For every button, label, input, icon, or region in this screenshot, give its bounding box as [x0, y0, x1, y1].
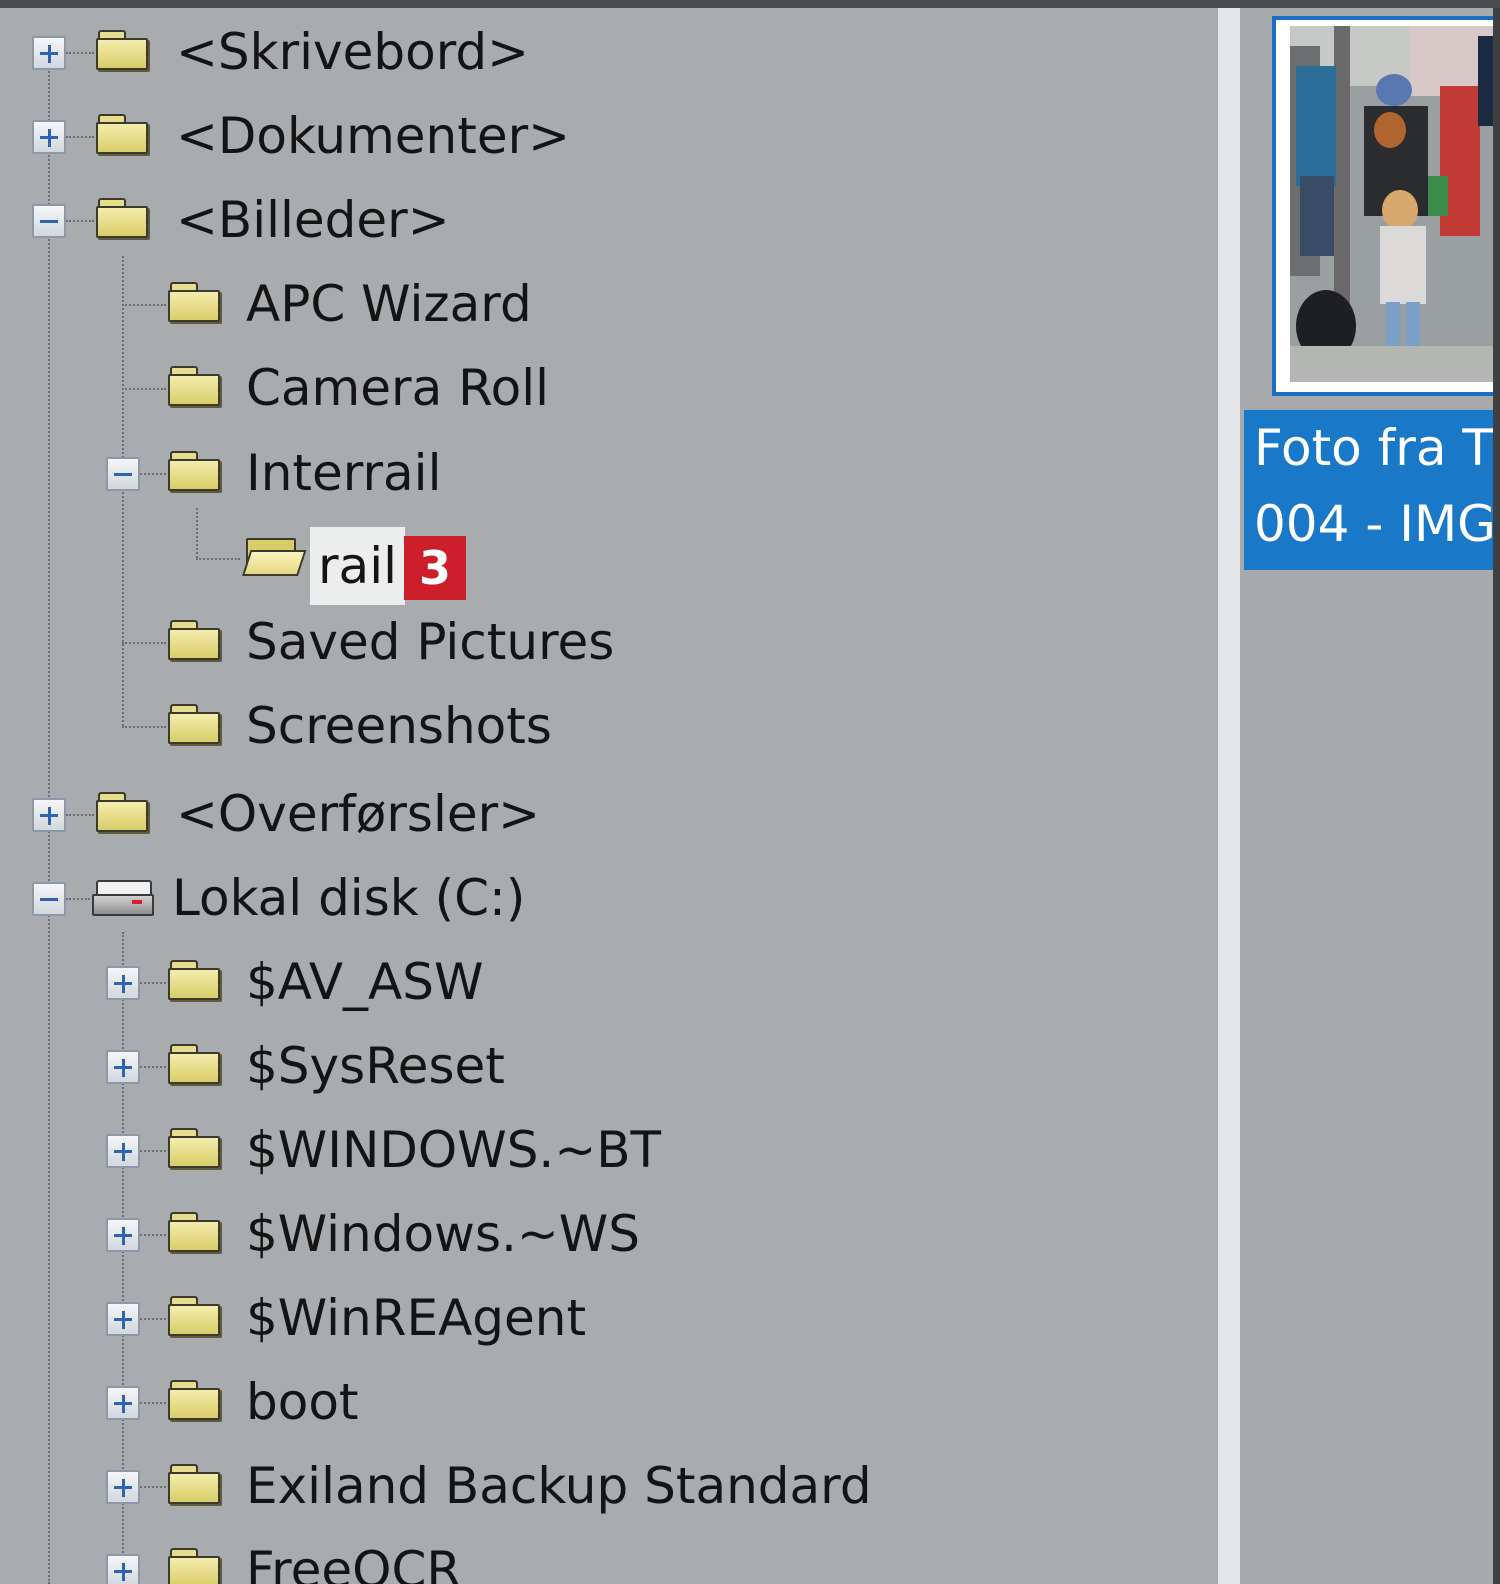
expand-windows-bt-button[interactable] — [106, 1134, 140, 1168]
tree-item-freeocr[interactable]: FreeOCR — [246, 1540, 461, 1584]
tree-branch — [140, 1402, 166, 1404]
tree-branch — [66, 898, 90, 900]
folder-icon — [96, 30, 152, 72]
tree-item-winreagent[interactable]: $WinREAgent — [246, 1288, 586, 1348]
tree-item-windows-bt[interactable]: $WINDOWS.~BT — [246, 1120, 661, 1180]
thumbnail-caption[interactable]: Foto fra T 004 - IMG — [1244, 410, 1500, 570]
folder-icon — [168, 1044, 224, 1086]
tree-branch — [66, 814, 94, 816]
tree-item-dokumenter[interactable]: <Dokumenter> — [176, 106, 570, 166]
folder-icon — [168, 1296, 224, 1338]
folder-icon — [96, 792, 152, 834]
tree-branch — [140, 982, 166, 984]
tree-branch — [66, 220, 94, 222]
tree-item-rail[interactable]: rail — [310, 527, 405, 605]
folder-icon — [168, 1128, 224, 1170]
pane-splitter[interactable] — [1218, 8, 1240, 1584]
tree-item-camera-roll[interactable]: Camera Roll — [246, 358, 549, 418]
folder-icon — [168, 1212, 224, 1254]
expand-exiland-backup-button[interactable] — [106, 1470, 140, 1504]
expand-sysreset-button[interactable] — [106, 1050, 140, 1084]
window-right-border — [1493, 8, 1500, 1584]
tree-item-sysreset[interactable]: $SysReset — [246, 1036, 505, 1096]
tree-item-saved-pictures[interactable]: Saved Pictures — [246, 612, 614, 672]
caption-line-2: 004 - IMG — [1254, 495, 1496, 553]
expand-dokumenter-button[interactable] — [32, 120, 66, 154]
caption-line-1: Foto fra T — [1254, 419, 1493, 477]
tree-item-windows-ws[interactable]: $Windows.~WS — [246, 1204, 640, 1264]
collapse-billeder-button[interactable] — [32, 204, 66, 238]
tree-item-interrail[interactable]: Interrail — [246, 443, 441, 503]
folder-icon — [168, 1380, 224, 1422]
hard-drive-icon — [92, 880, 154, 918]
folder-icon — [168, 620, 224, 662]
folder-icon — [168, 704, 224, 746]
tree-branch — [196, 558, 240, 560]
tree-item-apc-wizard[interactable]: APC Wizard — [246, 274, 532, 334]
expand-winreagent-button[interactable] — [106, 1302, 140, 1336]
tree-branch — [122, 388, 166, 390]
thumbnail-image[interactable] — [1290, 26, 1500, 382]
tree-item-boot[interactable]: boot — [246, 1372, 359, 1432]
tree-branch — [140, 1150, 166, 1152]
tree-branch — [140, 1066, 166, 1068]
expand-skrivebord-button[interactable] — [32, 36, 66, 70]
tree-branch — [66, 52, 94, 54]
tree-line-billeder — [122, 256, 124, 726]
tree-item-billeder[interactable]: <Billeder> — [176, 190, 450, 250]
expand-overforsler-button[interactable] — [32, 798, 66, 832]
folder-icon — [168, 1464, 224, 1506]
open-folder-icon — [242, 534, 307, 578]
expand-boot-button[interactable] — [106, 1386, 140, 1420]
tree-item-exiland-backup[interactable]: Exiland Backup Standard — [246, 1456, 872, 1516]
collapse-lokal-disk-button[interactable] — [32, 882, 66, 916]
folder-icon — [168, 960, 224, 1002]
tree-item-overforsler[interactable]: <Overførsler> — [176, 784, 540, 844]
tree-item-screenshots[interactable]: Screenshots — [246, 696, 552, 756]
photo-scene — [1290, 26, 1500, 382]
tree-branch — [122, 304, 166, 306]
thumbnail-pane[interactable]: Foto fra T 004 - IMG — [1240, 8, 1500, 1584]
folder-icon — [168, 366, 224, 408]
folder-tree-pane[interactable]: <Skrivebord> <Dokumenter> <Billeder> APC… — [0, 8, 1218, 1584]
tree-branch — [66, 136, 94, 138]
window-top-border — [0, 0, 1500, 8]
collapse-interrail-button[interactable] — [106, 457, 140, 491]
tree-branch — [140, 1318, 166, 1320]
tree-branch — [122, 642, 166, 644]
tree-branch — [140, 1234, 166, 1236]
tree-branch — [122, 726, 166, 728]
expand-freeocr-button[interactable] — [106, 1554, 140, 1584]
tree-item-skrivebord[interactable]: <Skrivebord> — [176, 22, 529, 82]
folder-icon — [96, 198, 152, 240]
folder-icon — [168, 282, 224, 324]
tree-line-interrail — [196, 508, 198, 558]
tree-branch — [140, 473, 166, 475]
tree-branch — [140, 1486, 166, 1488]
tree-item-av-asw[interactable]: $AV_ASW — [246, 952, 483, 1012]
expand-av-asw-button[interactable] — [106, 966, 140, 1000]
folder-icon — [96, 114, 152, 156]
expand-windows-ws-button[interactable] — [106, 1218, 140, 1252]
annotation-badge: 3 — [404, 536, 466, 600]
folder-icon — [168, 451, 224, 493]
folder-icon — [168, 1548, 224, 1584]
tree-item-lokal-disk[interactable]: Lokal disk (C:) — [172, 868, 525, 928]
